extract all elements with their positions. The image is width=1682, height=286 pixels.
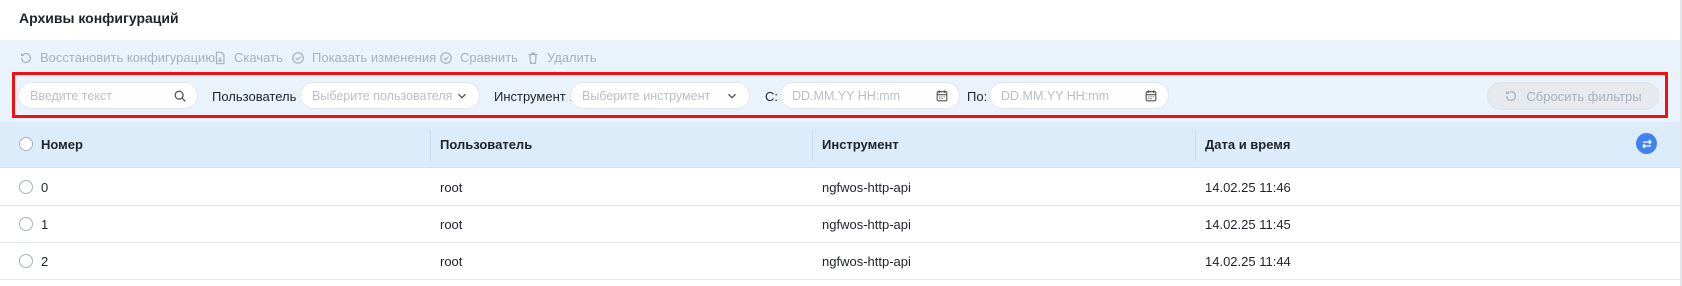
date-to-input[interactable] [990, 88, 1144, 103]
tool-filter-label: Инструмент : [494, 89, 573, 104]
delete-button[interactable]: Удалить [526, 50, 597, 65]
cell-user: root [440, 217, 463, 232]
date-from-label: С: [765, 89, 778, 104]
action-toolbar: Восстановить конфигурацию Скачать Показа… [0, 40, 1682, 72]
check-circle-icon [292, 51, 304, 64]
row-select-radio[interactable] [19, 254, 33, 268]
chevron-down-icon [728, 93, 736, 99]
download-icon [215, 51, 225, 64]
date-to-field [989, 82, 1169, 109]
cell-number: 0 [41, 180, 49, 195]
user-select-input[interactable] [301, 88, 455, 103]
column-header-number[interactable]: Номер [41, 137, 83, 152]
download-button[interactable]: Скачать [213, 50, 283, 65]
restore-config-label: Восстановить конфигурацию [40, 50, 216, 65]
cell-datetime: 14.02.25 11:46 [1205, 180, 1291, 195]
select-all-radio[interactable] [19, 137, 33, 151]
column-divider[interactable] [430, 131, 431, 161]
cell-datetime: 14.02.25 11:44 [1205, 254, 1291, 269]
show-changes-label: Показать изменения [312, 50, 437, 65]
date-to-label: По: [967, 89, 988, 104]
column-header-tool[interactable]: Инструмент [822, 137, 899, 152]
search-field [18, 82, 198, 109]
restore-config-button[interactable]: Восстановить конфигурацию [19, 50, 215, 65]
cell-user: root [440, 180, 463, 195]
column-settings-icon [1641, 139, 1652, 148]
search-input[interactable] [19, 88, 173, 103]
table-row[interactable]: 1 root ngfwos-http-api 14.02.25 11:45 [0, 206, 1682, 243]
download-label: Скачать [234, 50, 283, 65]
cell-user: root [440, 254, 463, 269]
cell-tool: ngfwos-http-api [822, 180, 911, 195]
compare-label: Сравнить [460, 50, 518, 65]
page-title: Архивы конфигураций [19, 10, 179, 26]
reset-filters-label: Сбросить фильтры [1526, 88, 1642, 104]
chevron-down-icon [458, 93, 466, 99]
cell-datetime: 14.02.25 11:45 [1205, 217, 1291, 232]
show-changes-button[interactable]: Показать изменения [291, 50, 436, 65]
user-select[interactable] [300, 82, 480, 109]
tool-select-input[interactable] [571, 88, 725, 103]
cell-tool: ngfwos-http-api [822, 254, 911, 269]
compare-icon [440, 51, 452, 64]
cell-tool: ngfwos-http-api [822, 217, 911, 232]
calendar-icon[interactable] [1144, 89, 1158, 103]
search-icon[interactable] [173, 89, 187, 103]
row-select-radio[interactable] [19, 217, 33, 231]
column-header-user[interactable]: Пользователь [440, 137, 532, 152]
user-filter-label: Пользователь : [212, 89, 304, 104]
delete-label: Удалить [547, 50, 597, 65]
restore-icon [1506, 90, 1517, 101]
cell-number: 1 [41, 217, 49, 232]
trash-icon [528, 52, 538, 64]
row-select-radio[interactable] [19, 180, 33, 194]
date-from-input[interactable] [781, 88, 935, 103]
tool-select[interactable] [570, 82, 750, 109]
restore-icon [21, 52, 31, 63]
column-divider[interactable] [1195, 131, 1196, 161]
compare-button[interactable]: Сравнить [439, 50, 518, 65]
calendar-icon[interactable] [935, 89, 949, 103]
column-divider[interactable] [812, 131, 813, 161]
date-from-field [780, 82, 960, 109]
table-row[interactable]: 2 root ngfwos-http-api 14.02.25 11:44 [0, 243, 1682, 280]
filter-bar: Пользователь : Инструмент : С: По: [0, 72, 1682, 122]
page-header: Архивы конфигураций [0, 0, 1682, 40]
column-header-datetime[interactable]: Дата и время [1205, 137, 1291, 152]
column-settings-button[interactable] [1636, 133, 1657, 154]
cell-number: 2 [41, 254, 49, 269]
table-row[interactable]: 0 root ngfwos-http-api 14.02.25 11:46 [0, 169, 1682, 206]
reset-filters-button[interactable]: Сбросить фильтры [1487, 82, 1659, 110]
